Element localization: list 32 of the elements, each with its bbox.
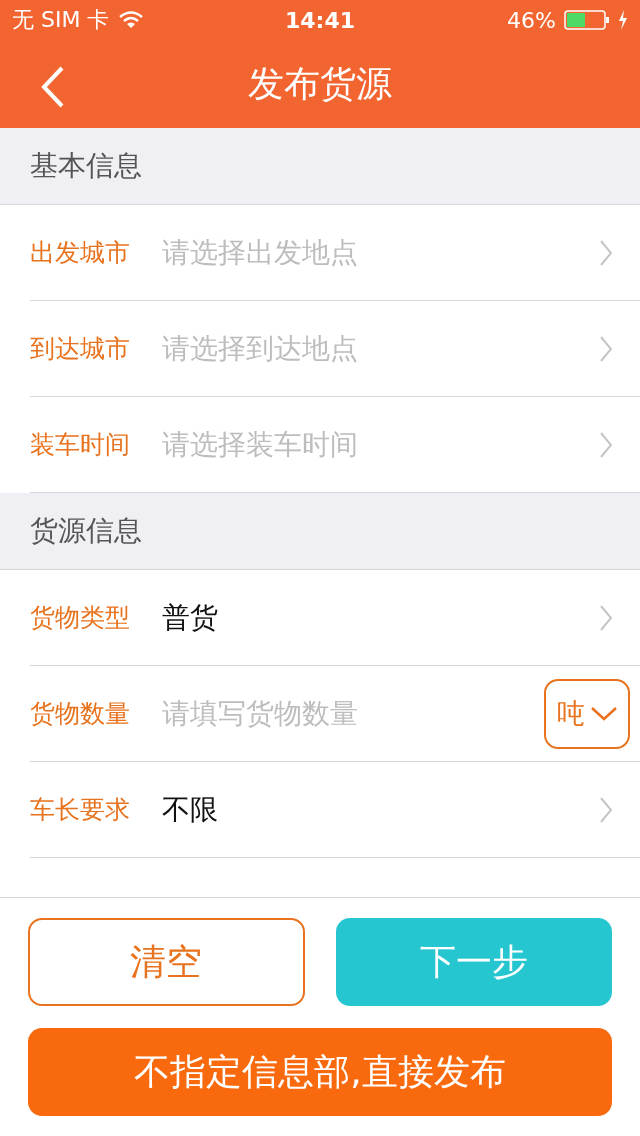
clock-text: 14:41 bbox=[284, 7, 355, 33]
back-icon[interactable] bbox=[40, 66, 66, 108]
battery-percent: 46% bbox=[507, 7, 556, 33]
select-field[interactable]: 请选择装车时间 bbox=[162, 425, 600, 464]
chevron-down-icon bbox=[591, 706, 617, 721]
carrier-text: 无 SIM 卡 bbox=[12, 6, 110, 34]
chevron-right-icon bbox=[600, 604, 612, 631]
battery-icon bbox=[564, 10, 610, 30]
section-header: 货源信息 bbox=[30, 513, 142, 549]
chevron-right-icon bbox=[600, 239, 612, 266]
field-label: 出发城市 bbox=[30, 237, 131, 269]
field-label: 货物类型 bbox=[30, 602, 131, 634]
field-label: 车长要求 bbox=[30, 794, 131, 826]
section-header: 基本信息 bbox=[30, 148, 142, 184]
text-input[interactable]: 请填写货物数量 bbox=[162, 694, 544, 733]
select-field[interactable]: 普货 bbox=[162, 598, 600, 637]
next-button[interactable]: 下一步 bbox=[335, 918, 612, 1006]
field-label: 货物数量 bbox=[30, 698, 131, 730]
chevron-right-icon bbox=[600, 796, 612, 823]
clear-button[interactable]: 清空 bbox=[28, 918, 305, 1006]
publish-button[interactable]: 不指定信息部,直接发布 bbox=[28, 1028, 612, 1116]
select-field[interactable]: 请选择到达地点 bbox=[162, 329, 600, 368]
page-title: 发布货源 bbox=[248, 61, 392, 106]
wifi-icon bbox=[119, 11, 144, 29]
charging-icon bbox=[618, 10, 628, 30]
unit-dropdown[interactable]: 吨 bbox=[544, 678, 630, 749]
select-field[interactable]: 不限 bbox=[162, 790, 600, 829]
select-field[interactable]: 请选择出发地点 bbox=[162, 233, 600, 272]
field-label: 装车时间 bbox=[30, 429, 131, 461]
chevron-right-icon bbox=[600, 335, 612, 362]
chevron-right-icon bbox=[600, 431, 612, 458]
field-label: 到达城市 bbox=[30, 333, 131, 365]
